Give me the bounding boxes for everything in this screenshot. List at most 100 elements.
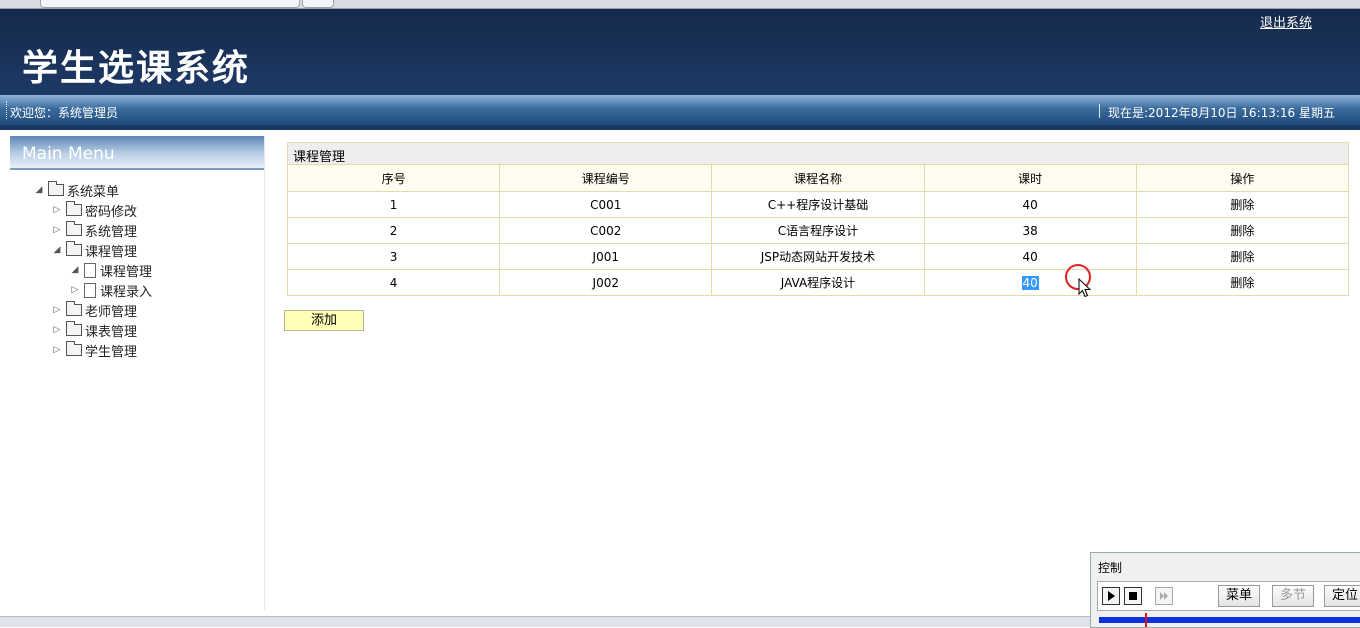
cell-code: J001 xyxy=(499,243,713,270)
info-bar: 欢迎您：系统管理员 现在是:2012年8月10日 16:13:16 星期五 xyxy=(0,95,1360,125)
site-title: 学生选课系统 xyxy=(22,47,251,89)
tree-label: 课程录入 xyxy=(100,284,153,300)
tree-label: 密码修改 xyxy=(85,204,138,220)
cell-hours: 40 xyxy=(923,269,1137,296)
expand-triangle-icon[interactable]: ▷ xyxy=(52,205,62,215)
delete-link[interactable]: 删除 xyxy=(1230,224,1254,238)
cell-code: C002 xyxy=(499,217,713,244)
mouse-pointer-icon xyxy=(1078,278,1092,298)
browser-tab[interactable] xyxy=(40,0,300,8)
expand-triangle-icon[interactable]: ▷ xyxy=(70,285,80,295)
folder-icon xyxy=(66,221,82,236)
control-window: 控制 菜单 多节 定位 xyxy=(1090,552,1360,628)
tree-item-schedule-manage[interactable]: ▷ 课表管理 xyxy=(52,320,137,340)
cell-hours: 40 xyxy=(923,191,1137,218)
tree-subitem-course-entry[interactable]: ▷ 课程录入 xyxy=(70,280,152,300)
play-button[interactable] xyxy=(1102,587,1120,605)
course-table: 序号 课程编号 课程名称 课时 操作 1 C001 C++程序设计基础 40 删… xyxy=(286,164,1350,296)
table-row: 1 C001 C++程序设计基础 40 删除 xyxy=(286,191,1350,218)
skip-icon xyxy=(1160,592,1168,600)
sidebar: Main Menu ◢ 系统菜单 ▷ 密码修改 ▷ 系统管理 ◢ 课程管理 ◢ … xyxy=(10,136,265,610)
new-tab-button[interactable] xyxy=(302,0,334,8)
stop-button[interactable] xyxy=(1124,587,1142,605)
tree-label: 老师管理 xyxy=(85,304,138,320)
column-header: 操作 xyxy=(1135,164,1350,192)
tree-item-password[interactable]: ▷ 密码修改 xyxy=(52,200,137,220)
cell-hours: 40 xyxy=(923,243,1137,270)
folder-open-icon xyxy=(66,241,82,256)
header-underline xyxy=(0,125,1360,130)
cell-name: C++程序设计基础 xyxy=(711,191,925,218)
cell-no: 4 xyxy=(286,269,501,296)
folder-icon xyxy=(66,341,82,356)
delete-link[interactable]: 删除 xyxy=(1230,198,1254,212)
locate-button[interactable]: 定位 xyxy=(1324,585,1360,607)
cell-no: 3 xyxy=(286,243,501,270)
table-header-row: 序号 课程编号 课程名称 课时 操作 xyxy=(286,164,1350,192)
tree-label: 课程管理 xyxy=(85,244,138,260)
cell-no: 1 xyxy=(286,191,501,218)
tree-label: 课表管理 xyxy=(85,324,138,340)
expand-triangle-icon[interactable]: ▷ xyxy=(52,345,62,355)
expand-triangle-icon[interactable]: ▷ xyxy=(52,305,62,315)
cell-name: JAVA程序设计 xyxy=(711,269,925,296)
delete-link[interactable]: 删除 xyxy=(1230,276,1254,290)
panel-title: 课程管理 xyxy=(287,142,1349,165)
cell-code: J002 xyxy=(499,269,713,296)
delete-link[interactable]: 删除 xyxy=(1230,250,1254,264)
menu-button[interactable]: 菜单 xyxy=(1218,585,1261,607)
control-title: 控制 xyxy=(1098,561,1123,575)
folder-open-icon xyxy=(48,181,64,196)
cell-no: 2 xyxy=(286,217,501,244)
browser-chrome xyxy=(0,0,1360,9)
tree-subitem-course-manage[interactable]: ◢ 课程管理 xyxy=(70,260,152,280)
cell-name: JSP动态网站开发技术 xyxy=(711,243,925,270)
multi-section-button[interactable]: 多节 xyxy=(1272,585,1315,607)
page-icon xyxy=(84,262,96,278)
cell-name: C语言程序设计 xyxy=(711,217,925,244)
page-icon xyxy=(84,282,96,298)
sidebar-title: Main Menu xyxy=(22,144,115,164)
course-panel: 课程管理 序号 课程编号 课程名称 课时 操作 1 C001 C++程序设计基础… xyxy=(286,142,1350,296)
tree-label: 系统菜单 xyxy=(67,184,120,200)
divider xyxy=(1099,104,1100,118)
table-row: 4 J002 JAVA程序设计 40 删除 xyxy=(286,269,1350,296)
tree-item-student-manage[interactable]: ▷ 学生管理 xyxy=(52,340,137,360)
tree-label: 课程管理 xyxy=(100,264,153,280)
selected-text: 40 xyxy=(1021,275,1039,290)
expand-triangle-icon[interactable]: ▷ xyxy=(52,225,62,235)
site-header: 学生选课系统 退出系统 xyxy=(0,9,1360,95)
table-row: 3 J001 JSP动态网站开发技术 40 删除 xyxy=(286,243,1350,270)
tree-item-teacher-manage[interactable]: ▷ 老师管理 xyxy=(52,300,137,320)
sidebar-header: Main Menu xyxy=(10,136,264,170)
column-header: 课程编号 xyxy=(499,164,713,192)
folder-icon xyxy=(66,321,82,336)
column-header: 序号 xyxy=(286,164,501,192)
column-header: 课程名称 xyxy=(711,164,925,192)
tree-label: 学生管理 xyxy=(85,344,138,360)
progress-track[interactable] xyxy=(1099,617,1360,623)
column-header: 课时 xyxy=(923,164,1137,192)
current-datetime: 现在是:2012年8月10日 16:13:16 星期五 xyxy=(1108,106,1336,120)
divider xyxy=(6,101,8,119)
tree-item-system-manage[interactable]: ▷ 系统管理 xyxy=(52,220,137,240)
stop-icon xyxy=(1129,592,1137,600)
tree-root-system-menu[interactable]: ◢ 系统菜单 xyxy=(34,180,119,200)
cell-hours: 38 xyxy=(923,217,1137,244)
logout-link[interactable]: 退出系统 xyxy=(1260,12,1312,31)
collapse-triangle-icon[interactable]: ◢ xyxy=(52,245,62,255)
collapse-triangle-icon[interactable]: ◢ xyxy=(70,265,80,275)
folder-icon xyxy=(66,201,82,216)
folder-icon xyxy=(66,301,82,316)
play-icon xyxy=(1108,591,1115,601)
progress-marker[interactable] xyxy=(1145,613,1147,627)
collapse-triangle-icon[interactable]: ◢ xyxy=(34,185,44,195)
add-course-button[interactable]: 添加 xyxy=(284,310,364,331)
table-row: 2 C002 C语言程序设计 38 删除 xyxy=(286,217,1350,244)
control-toolbar: 菜单 多节 定位 xyxy=(1097,581,1360,611)
expand-triangle-icon[interactable]: ▷ xyxy=(52,325,62,335)
tree-label: 系统管理 xyxy=(85,224,138,240)
tree-item-course-manage[interactable]: ◢ 课程管理 xyxy=(52,240,137,260)
next-button[interactable] xyxy=(1155,587,1173,605)
welcome-text: 欢迎您：系统管理员 xyxy=(10,106,119,120)
